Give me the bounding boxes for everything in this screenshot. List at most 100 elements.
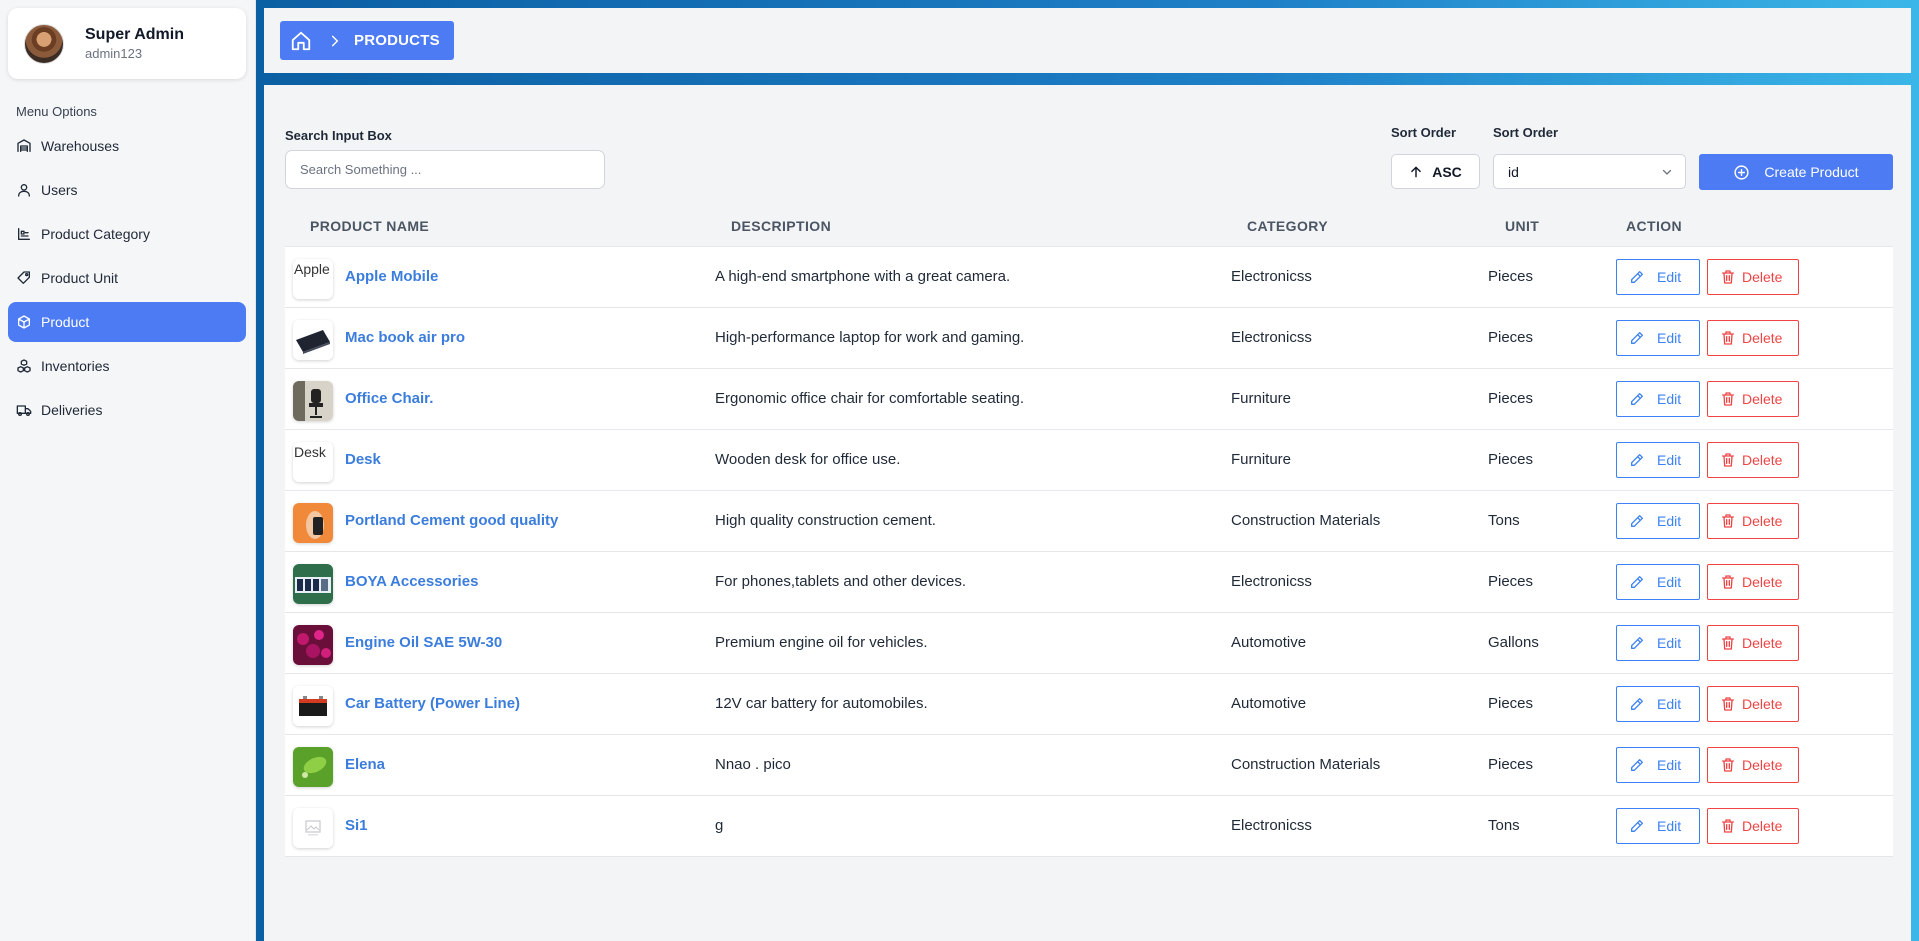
delete-label: Delete xyxy=(1742,757,1783,773)
product-unit: Pieces xyxy=(1488,390,1534,407)
product-name-link[interactable]: Office Chair. xyxy=(345,390,433,407)
product-thumbnail: Desk xyxy=(293,442,333,482)
create-product-button[interactable]: Create Product xyxy=(1699,154,1893,190)
trash-icon xyxy=(1722,453,1734,467)
delete-button[interactable]: Delete xyxy=(1707,686,1799,722)
product-unit: Gallons xyxy=(1488,634,1539,651)
home-icon[interactable] xyxy=(290,30,312,52)
delete-button[interactable]: Delete xyxy=(1707,808,1799,844)
edit-button[interactable]: Edit xyxy=(1616,625,1700,661)
sidebar-item-deliveries[interactable]: Deliveries xyxy=(8,390,246,430)
sidebar-item-warehouses[interactable]: Warehouses xyxy=(8,126,246,166)
product-name-link[interactable]: Desk xyxy=(345,451,381,468)
product-description: A high-end smartphone with a great camer… xyxy=(715,268,1011,285)
product-name-link[interactable]: BOYA Accessories xyxy=(345,573,478,590)
trash-icon xyxy=(1722,331,1734,345)
breadcrumb-current: PRODUCTS xyxy=(354,32,440,49)
product-description: Wooden desk for office use. xyxy=(715,451,901,468)
col-description[interactable]: DESCRIPTION xyxy=(731,218,831,234)
profile-card[interactable]: Super Admin admin123 xyxy=(8,8,246,79)
trash-icon xyxy=(1722,392,1734,406)
trash-icon xyxy=(1722,514,1734,528)
product-category: Electronicss xyxy=(1231,268,1312,285)
delete-button[interactable]: Delete xyxy=(1707,747,1799,783)
sort-field-value: id xyxy=(1508,163,1519,180)
product-category: Construction Materials xyxy=(1231,756,1381,773)
edit-button[interactable]: Edit xyxy=(1616,747,1700,783)
product-category: Electronicss xyxy=(1231,573,1312,590)
products-table: PRODUCT NAME DESCRIPTION CATEGORY UNIT A… xyxy=(285,203,1893,857)
delete-label: Delete xyxy=(1742,574,1783,590)
product-description: 12V car battery for automobiles. xyxy=(715,695,928,712)
product-category: Automotive xyxy=(1231,634,1307,651)
product-description: High-performance laptop for work and gam… xyxy=(715,329,1025,346)
edit-label: Edit xyxy=(1657,635,1682,651)
product-name-link[interactable]: Elena xyxy=(345,756,385,773)
delete-button[interactable]: Delete xyxy=(1707,259,1799,295)
sidebar-item-label: Warehouses xyxy=(41,138,120,154)
sort-field-select[interactable]: id xyxy=(1493,154,1686,189)
delete-button[interactable]: Delete xyxy=(1707,503,1799,539)
edit-button[interactable]: Edit xyxy=(1616,564,1700,600)
product-name-link[interactable]: Portland Cement good quality xyxy=(345,512,558,529)
sort-field-label: Sort Order xyxy=(1493,125,1559,140)
delete-button[interactable]: Delete xyxy=(1707,564,1799,600)
product-name-link[interactable]: Mac book air pro xyxy=(345,329,465,346)
product-name-link[interactable]: Engine Oil SAE 5W-30 xyxy=(345,634,502,651)
table-row: Desk Desk Wooden desk for office use. Furni… xyxy=(285,430,1893,491)
col-unit[interactable]: UNIT xyxy=(1505,218,1539,234)
col-product-name[interactable]: PRODUCT NAME xyxy=(310,218,429,234)
product-thumbnail xyxy=(293,808,333,848)
col-action: ACTION xyxy=(1626,218,1683,234)
delete-button[interactable]: Delete xyxy=(1707,442,1799,478)
product-category: Electronicss xyxy=(1231,817,1312,834)
edit-button[interactable]: Edit xyxy=(1616,259,1700,295)
delete-button[interactable]: Delete xyxy=(1707,320,1799,356)
col-category[interactable]: CATEGORY xyxy=(1247,218,1328,234)
sidebar-item-inventories[interactable]: Inventories xyxy=(8,346,246,386)
product-name-link[interactable]: Apple Mobile xyxy=(345,268,438,285)
sidebar-item-users[interactable]: Users xyxy=(8,170,246,210)
delete-label: Delete xyxy=(1742,452,1783,468)
search-input[interactable] xyxy=(285,150,605,189)
sidebar-item-label: Product xyxy=(41,314,90,330)
edit-button[interactable]: Edit xyxy=(1616,503,1700,539)
pencil-icon xyxy=(1631,332,1643,344)
content-panel: Search Input Box Sort Order Sort Order A… xyxy=(264,85,1911,941)
edit-label: Edit xyxy=(1657,757,1682,773)
product-thumbnail xyxy=(293,686,333,726)
edit-button[interactable]: Edit xyxy=(1616,442,1700,478)
delete-button[interactable]: Delete xyxy=(1707,625,1799,661)
product-thumbnail xyxy=(293,564,333,604)
delete-label: Delete xyxy=(1742,330,1783,346)
sidebar-item-product-unit[interactable]: Product Unit xyxy=(8,258,246,298)
product-name-link[interactable]: Si1 xyxy=(345,817,368,834)
product-thumbnail xyxy=(293,320,333,360)
product-name-link[interactable]: Car Battery (Power Line) xyxy=(345,695,520,712)
edit-button[interactable]: Edit xyxy=(1616,686,1700,722)
product-category: Furniture xyxy=(1231,390,1292,407)
edit-button[interactable]: Edit xyxy=(1616,320,1700,356)
edit-label: Edit xyxy=(1657,513,1682,529)
pencil-icon xyxy=(1631,576,1643,588)
edit-label: Edit xyxy=(1657,818,1682,834)
sort-direction-button[interactable]: ASC xyxy=(1391,154,1480,189)
edit-button[interactable]: Edit xyxy=(1616,381,1700,417)
pencil-icon xyxy=(1631,637,1643,649)
table-row: Si1 g Electronicss Tons Edit Delete xyxy=(285,796,1893,857)
product-thumbnail: Apple Mobile xyxy=(293,259,333,299)
broken-image-alt: Apple Mobile xyxy=(294,261,333,277)
sidebar-item-product-category[interactable]: Product Category xyxy=(8,214,246,254)
pencil-icon xyxy=(1631,515,1643,527)
edit-label: Edit xyxy=(1657,696,1682,712)
delete-label: Delete xyxy=(1742,269,1783,285)
delete-button[interactable]: Delete xyxy=(1707,381,1799,417)
pencil-icon xyxy=(1631,698,1643,710)
edit-button[interactable]: Edit xyxy=(1616,808,1700,844)
sidebar-item-product[interactable]: Product xyxy=(8,302,246,342)
avatar xyxy=(24,23,64,64)
chevron-down-icon xyxy=(1662,169,1672,175)
top-bar: PRODUCTS xyxy=(264,8,1911,73)
pencil-icon xyxy=(1631,759,1643,771)
tag-icon xyxy=(17,271,30,284)
